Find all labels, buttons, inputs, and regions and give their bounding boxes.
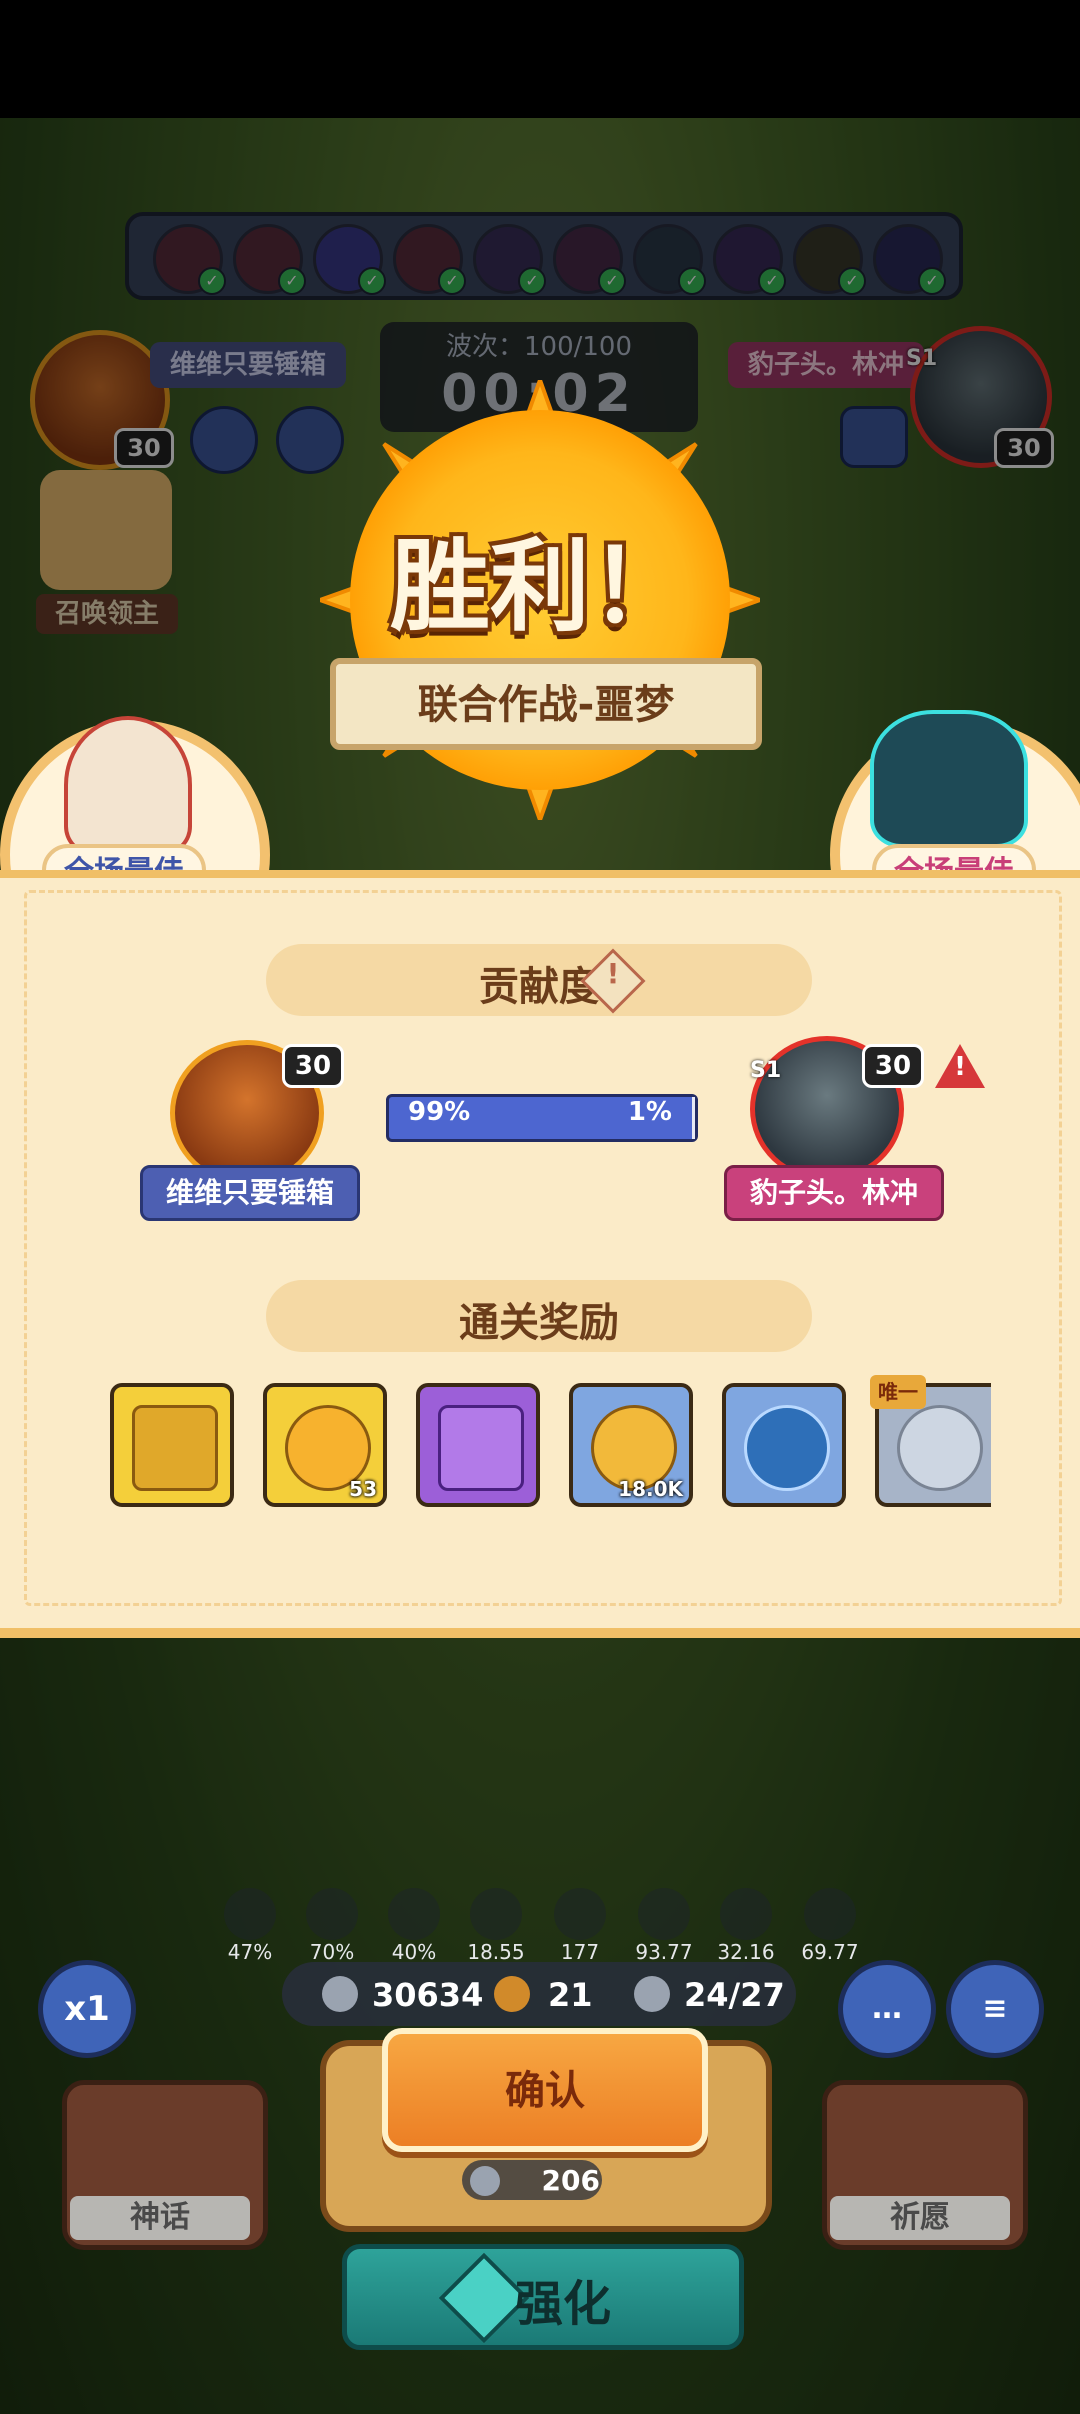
stat-value: 18.55 [467, 1940, 525, 1964]
stat-value: 70% [309, 1940, 355, 1964]
gold-chest-icon [132, 1405, 218, 1491]
reward-gold-coin[interactable]: 18.0K [569, 1383, 693, 1507]
broken-shield-icon [554, 1888, 606, 1940]
reward-gold-chest[interactable] [110, 1383, 234, 1507]
rewards-title: 通关奖励 [459, 1300, 619, 1346]
stat-value: 69.77 [801, 1940, 859, 1964]
clover-count: 21 [548, 1976, 593, 2014]
contribution-title: 贡献度 [479, 964, 599, 1010]
contribution-player1-percent: 99% [408, 1097, 471, 1127]
mode-name: 联合作战-噩梦 [417, 682, 675, 728]
contributor1-level: 30 [282, 1044, 344, 1088]
wing-icon [470, 1888, 522, 1940]
stat-value: 40% [391, 1940, 437, 1964]
silver-coin-icon [322, 1976, 358, 2012]
silver-gear-emblem-icon [897, 1405, 983, 1491]
reward-blue-emblem[interactable] [722, 1383, 846, 1507]
mvp-right-hero [870, 710, 1028, 848]
status-bar-area [0, 0, 1080, 118]
mvp-left-hero [64, 716, 192, 854]
contributor2-level: 30 [862, 1044, 924, 1088]
stat-range: 69.77 [800, 1888, 860, 1964]
clover-coin-icon [494, 1976, 530, 2012]
stat-value: 47% [227, 1940, 273, 1964]
contribution-bar-player2 [692, 1097, 695, 1139]
enhance-label: 强化 [514, 2276, 611, 2332]
stat-heart: 70% [302, 1888, 362, 1964]
stat-broken-shield: 177 [550, 1888, 610, 1964]
reward-purple-chest[interactable] [416, 1383, 540, 1507]
stat-wing: 18.55 [466, 1888, 526, 1964]
stat-speed: 32.16 [716, 1888, 776, 1964]
reward-gold-key[interactable]: 53 [263, 1383, 387, 1507]
range-arrow-icon [804, 1888, 856, 1940]
stat-value: 32.16 [717, 1940, 775, 1964]
contributor2-name: 豹子头。林冲 [724, 1165, 944, 1221]
reward-count: 53 [349, 1477, 377, 1501]
unit-count: 24/27 [684, 1976, 785, 2014]
fist-icon [638, 1888, 690, 1940]
purple-chest-icon [438, 1405, 524, 1491]
stat-crit: 47% [220, 1888, 280, 1964]
skull-icon [388, 1888, 440, 1940]
summon-cost: 206 [541, 2164, 600, 2197]
heart-icon [306, 1888, 358, 1940]
myth-label: 神话 [70, 2196, 250, 2240]
contributor2-season: S1 [750, 1058, 782, 1083]
chat-button[interactable]: … [838, 1960, 936, 2058]
report-warning-mark: ! [954, 1052, 966, 1082]
info-mark: ! [606, 957, 620, 990]
confirm-label: 确认 [505, 2068, 585, 2114]
unique-tag: 唯一 [870, 1375, 926, 1409]
victory-title: 胜利！ [390, 528, 690, 645]
stat-value: 177 [560, 1940, 600, 1964]
unit-count-icon [634, 1976, 670, 2012]
stat-fist: 93.77 [634, 1888, 694, 1964]
contribution-player2-percent: 1% [627, 1097, 672, 1127]
silver-count: 30634 [372, 1976, 484, 2014]
stat-value: 93.77 [635, 1940, 693, 1964]
speed-gear-icon [720, 1888, 772, 1940]
wish-label: 祈愿 [830, 2196, 1010, 2240]
reward-count: 18.0K [618, 1477, 683, 1501]
crit-icon [224, 1888, 276, 1940]
game-speed-button[interactable]: x1 [38, 1960, 136, 2058]
blue-sword-emblem-icon [744, 1405, 830, 1491]
menu-button[interactable]: ≡ [946, 1960, 1044, 2058]
contributor1-name: 维维只要锤箱 [140, 1165, 360, 1221]
stat-skull: 40% [384, 1888, 444, 1964]
